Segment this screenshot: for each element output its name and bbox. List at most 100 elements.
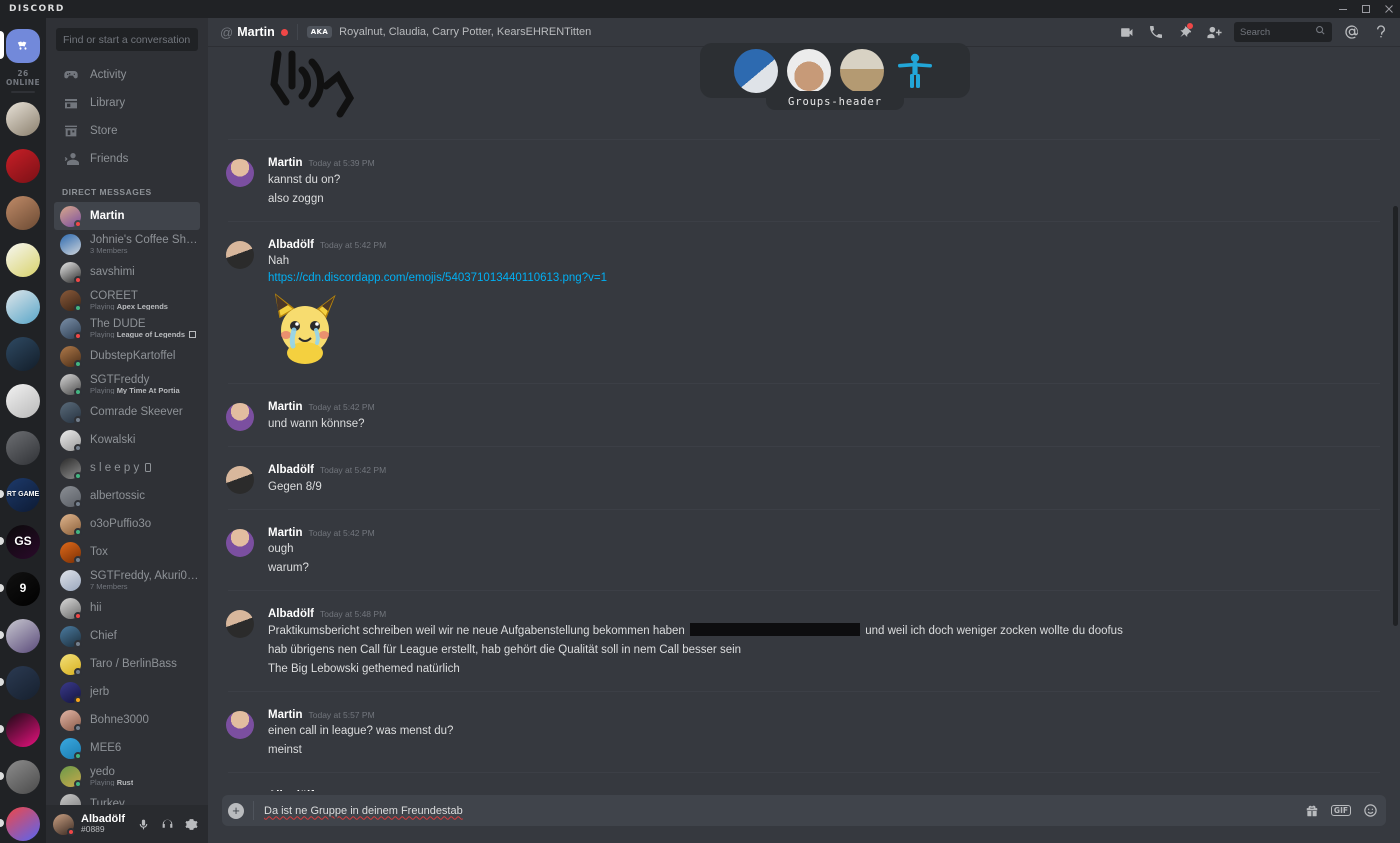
avatar[interactable] <box>226 528 254 557</box>
home-button[interactable] <box>0 22 46 69</box>
avatar[interactable] <box>226 403 254 432</box>
guild-item[interactable] <box>0 330 46 377</box>
unread-indicator <box>0 678 4 686</box>
dm-item-sgtfreddy[interactable]: SGTFreddy Playing My Time At Portia <box>54 370 200 398</box>
search-placeholder: Find or start a conversation <box>63 33 191 46</box>
message-author[interactable]: Martin <box>268 401 303 414</box>
dm-item-sgtfreddy-akuri0-nic[interactable]: SGTFreddy, Akuri0, Nic...7 Members <box>54 566 200 594</box>
guild-item[interactable]: 9 <box>0 565 46 612</box>
window-maximize-button[interactable] <box>1354 0 1377 18</box>
gear-icon[interactable] <box>184 817 198 831</box>
help-icon[interactable] <box>1372 23 1390 41</box>
crying-pikachu-emoji-image[interactable] <box>268 293 1380 370</box>
avatar[interactable] <box>53 813 75 836</box>
guild-item[interactable] <box>0 659 46 706</box>
dm-item-albertossic[interactable]: albertossic <box>54 482 200 510</box>
dm-item-hii[interactable]: hii <box>54 594 200 622</box>
dm-list[interactable]: Martin Johnie's Coffee Shop & ...3 Member… <box>46 202 208 805</box>
nav-list[interactable]: Activity Library Store Friends <box>46 61 208 173</box>
guild-item[interactable] <box>0 800 46 843</box>
window-minimize-button[interactable] <box>1331 0 1354 18</box>
dm-item-yedo[interactable]: yedo Playing Rust <box>54 762 200 790</box>
active-guild-pill <box>0 31 4 59</box>
dm-item-chief[interactable]: Chief <box>54 622 200 650</box>
dm-item-jerb[interactable]: jerb <box>54 678 200 706</box>
dm-item-martin[interactable]: Martin <box>54 202 200 230</box>
emoji-icon[interactable] <box>1363 803 1378 818</box>
search-input[interactable]: Search <box>1234 22 1332 42</box>
server-rail[interactable]: 26 ONLINE RT GAME GS 9 <box>0 18 46 843</box>
message-text-before-redaction: Praktikumsbericht schreiben weil wir ne … <box>268 624 688 637</box>
headphones-icon[interactable] <box>160 817 174 831</box>
avatar[interactable] <box>226 159 254 187</box>
add-attachment-icon[interactable]: + <box>228 802 244 819</box>
message-author[interactable]: Martin <box>268 709 303 722</box>
guild-item[interactable]: GS <box>0 518 46 565</box>
message-composer[interactable]: + Da ist ne Gruppe in deinem Freundestab… <box>222 795 1386 826</box>
avatar[interactable] <box>226 710 254 739</box>
topbar-actions[interactable]: Search <box>1118 22 1390 42</box>
dm-item-kowalski[interactable]: Kowalski <box>54 426 200 454</box>
microphone-icon[interactable] <box>136 817 150 831</box>
guild-item[interactable]: RT GAME <box>0 471 46 518</box>
groups-header-overlay[interactable] <box>700 43 970 98</box>
sidebar-item-activity[interactable]: Activity <box>54 61 200 89</box>
message-author[interactable]: Martin <box>268 157 303 170</box>
gift-icon[interactable] <box>1305 804 1319 818</box>
dm-item-tox[interactable]: Tox <box>54 538 200 566</box>
guild-item[interactable] <box>0 95 46 142</box>
gif-icon[interactable]: GIF <box>1330 804 1351 817</box>
pin-icon[interactable] <box>1176 23 1194 41</box>
dm-item-bohne3000[interactable]: Bohne3000 <box>54 706 200 734</box>
avatar[interactable] <box>226 240 254 269</box>
message-list[interactable]: https://cdn.discordapp.com/emojis/537285… <box>208 46 1400 791</box>
guild-item[interactable] <box>0 283 46 330</box>
chat-scrollbar[interactable] <box>1393 206 1398 626</box>
dm-item-text: MEE6 <box>90 742 121 754</box>
dm-item-the-dude[interactable]: The DUDE Playing League of Legends <box>54 314 200 342</box>
dm-item-s-l-e-e-p-y[interactable]: s l e e p y <box>54 454 200 482</box>
add-friend-icon[interactable] <box>1205 23 1223 41</box>
user-panel[interactable]: Albadölf #0889 <box>46 805 208 843</box>
guild-item[interactable] <box>0 424 46 471</box>
dm-item-comrade-skeever[interactable]: Comrade Skeever <box>54 398 200 426</box>
dm-item-turkey[interactable]: Turkey <box>54 790 200 805</box>
dm-item-dubstepkartoffel[interactable]: DubstepKartoffel <box>54 342 200 370</box>
message-author[interactable]: Martin <box>268 527 303 540</box>
message-input[interactable]: Da ist ne Gruppe in deinem Freundestab <box>264 805 1305 817</box>
dm-item-savshimi[interactable]: savshimi <box>54 258 200 286</box>
guild-item[interactable] <box>0 189 46 236</box>
composer-actions[interactable]: GIF <box>1305 803 1378 818</box>
dm-item-mee6[interactable]: MEE6 <box>54 734 200 762</box>
guild-item[interactable] <box>0 753 46 800</box>
guild-list[interactable]: RT GAME GS 9 <box>0 95 46 843</box>
avatar[interactable] <box>226 465 254 494</box>
sidebar-item-library[interactable]: Library <box>54 89 200 117</box>
guild-item[interactable] <box>0 706 46 753</box>
dm-item-taro-berlinbass[interactable]: Taro / BerlinBass <box>54 650 200 678</box>
message-author[interactable]: Albadölf <box>268 464 314 477</box>
sidebar-item-friends[interactable]: Friends <box>54 145 200 173</box>
guild-item[interactable] <box>0 236 46 283</box>
dm-item-johnie-s-coffee-shop[interactable]: Johnie's Coffee Shop & ...3 Members <box>54 230 200 258</box>
dm-scroll-area[interactable]: Activity Library Store Friends DIRECT MESSA… <box>46 61 208 805</box>
video-call-icon[interactable] <box>1118 23 1136 41</box>
sidebar-item-store[interactable]: Store <box>54 117 200 145</box>
guild-item[interactable] <box>0 612 46 659</box>
dm-item-coreet[interactable]: COREET Playing Apex Legends <box>54 286 200 314</box>
guild-item[interactable] <box>0 377 46 424</box>
dm-item-text: Turkey <box>90 798 125 805</box>
avatar[interactable] <box>226 610 254 639</box>
guild-item[interactable] <box>0 142 46 189</box>
message-author[interactable]: Albadölf <box>268 608 314 621</box>
message-link[interactable]: https://cdn.discordapp.com/emojis/540371… <box>268 270 1380 287</box>
mentions-icon[interactable] <box>1343 23 1361 41</box>
dm-item-o3opuffio3o[interactable]: o3oPuffio3o <box>54 510 200 538</box>
window-close-button[interactable] <box>1377 0 1400 18</box>
message-author[interactable]: Albadölf <box>268 790 314 791</box>
message-author[interactable]: Albadölf <box>268 239 314 252</box>
status-badge <box>74 303 82 312</box>
user-controls[interactable] <box>136 817 203 831</box>
voice-call-icon[interactable] <box>1147 23 1165 41</box>
search-conversation-input[interactable]: Find or start a conversation <box>56 28 198 51</box>
